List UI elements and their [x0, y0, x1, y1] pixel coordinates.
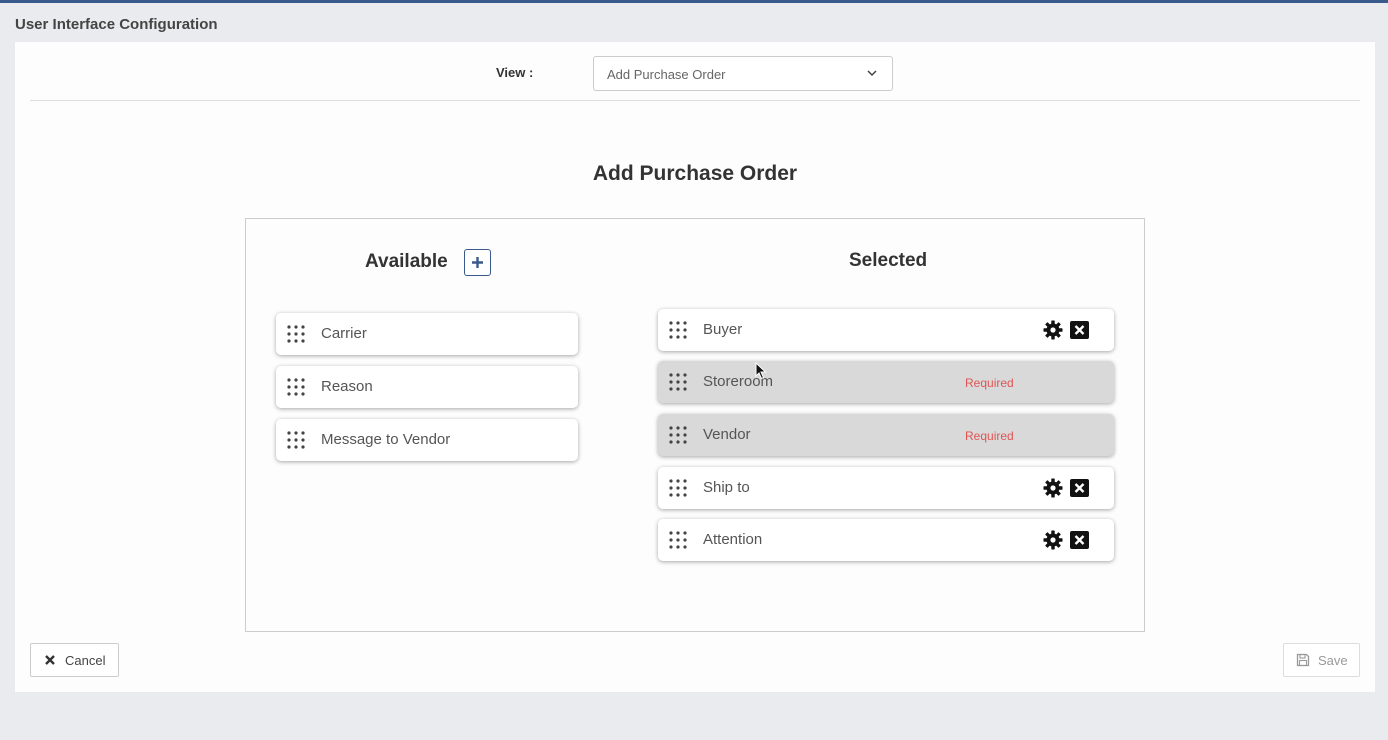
required-badge: Required: [965, 429, 1014, 443]
drag-handle-icon[interactable]: [668, 425, 688, 445]
drag-handle-icon[interactable]: [286, 324, 306, 344]
selected-item-ship-to[interactable]: Ship to: [658, 467, 1114, 509]
remove-icon[interactable]: [1070, 321, 1089, 339]
available-item-carrier[interactable]: Carrier: [276, 313, 578, 355]
selected-item-attention[interactable]: Attention: [658, 519, 1114, 561]
close-icon: [45, 655, 55, 665]
selected-item-label: Attention: [703, 531, 763, 548]
available-item-label: Message to Vendor: [321, 431, 451, 448]
selected-item-buyer[interactable]: Buyer: [658, 309, 1114, 351]
cancel-button[interactable]: Cancel: [30, 643, 119, 677]
save-icon: [1296, 653, 1310, 667]
selected-title: Selected: [849, 250, 928, 271]
page-title: User Interface Configuration: [15, 16, 218, 33]
drag-handle-icon[interactable]: [668, 320, 688, 340]
view-label: View :: [496, 65, 534, 80]
plus-icon: [472, 257, 483, 268]
gear-icon[interactable]: [1043, 320, 1063, 340]
remove-icon[interactable]: [1070, 531, 1089, 549]
available-title: Available: [365, 251, 448, 272]
view-dropdown[interactable]: Add Purchase Order: [593, 56, 893, 91]
available-item-label: Carrier: [321, 325, 367, 342]
view-selector-row: View : Add Purchase Order: [15, 42, 1375, 102]
available-item-label: Reason: [321, 378, 373, 395]
save-button[interactable]: Save: [1283, 643, 1360, 677]
available-item-reason[interactable]: Reason: [276, 366, 578, 408]
save-button-label: Save: [1318, 652, 1348, 668]
required-badge: Required: [965, 376, 1014, 390]
drag-handle-icon[interactable]: [668, 478, 688, 498]
selected-item-label: Ship to: [703, 479, 750, 496]
view-dropdown-value: Add Purchase Order: [607, 67, 726, 82]
selected-item-label: Vendor: [703, 426, 751, 443]
drag-handle-icon[interactable]: [668, 372, 688, 392]
mouse-cursor-icon: [755, 362, 767, 380]
remove-icon[interactable]: [1070, 479, 1089, 497]
form-title: Add Purchase Order: [592, 162, 798, 185]
top-accent-bar: [0, 0, 1388, 3]
chevron-down-icon: [867, 70, 877, 77]
available-item-message-to-vendor[interactable]: Message to Vendor: [276, 419, 578, 461]
drag-handle-icon[interactable]: [668, 530, 688, 550]
selected-item-label: Buyer: [703, 321, 743, 338]
main-panel: View : Add Purchase Order Add Purchase O…: [15, 42, 1375, 692]
cancel-button-label: Cancel: [65, 652, 106, 668]
field-config-box: Available Selected Carrier Reason Messag…: [245, 218, 1145, 632]
selected-item-storeroom[interactable]: Storeroom Required: [658, 361, 1114, 403]
header-divider: [30, 100, 1360, 101]
selected-item-vendor[interactable]: Vendor Required: [658, 414, 1114, 456]
add-field-button[interactable]: [464, 249, 491, 276]
gear-icon[interactable]: [1043, 530, 1063, 550]
drag-handle-icon[interactable]: [286, 377, 306, 397]
gear-icon[interactable]: [1043, 478, 1063, 498]
drag-handle-icon[interactable]: [286, 430, 306, 450]
